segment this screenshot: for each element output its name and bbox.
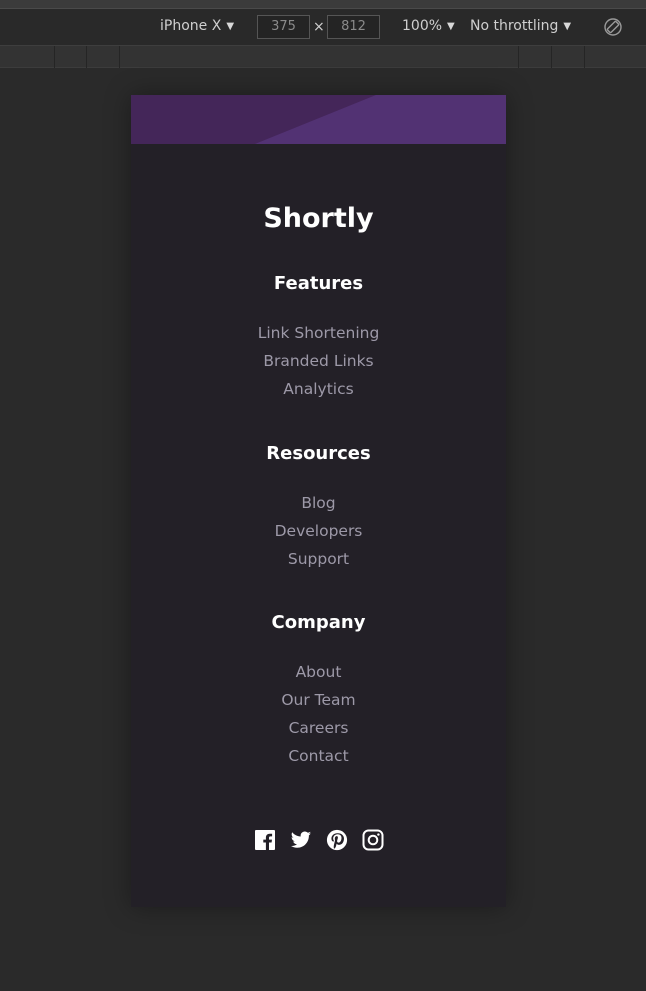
- ruler-tick: [518, 46, 519, 68]
- link-list: Blog Developers Support: [131, 489, 506, 573]
- dimension-separator: ×: [313, 19, 325, 35]
- ruler-tick: [119, 46, 120, 68]
- footer-link[interactable]: Developers: [131, 517, 506, 545]
- ruler-tick: [584, 46, 585, 68]
- footer-link[interactable]: Analytics: [131, 375, 506, 403]
- pinterest-icon[interactable]: [326, 829, 348, 851]
- footer-link[interactable]: Blog: [131, 489, 506, 517]
- section-title: Features: [273, 273, 364, 294]
- link-list: Link Shortening Branded Links Analytics: [131, 319, 506, 403]
- window-top-edge: [0, 0, 646, 9]
- rotate-icon[interactable]: [603, 17, 623, 37]
- section-title: Resources: [266, 443, 371, 464]
- device-toolbar: iPhone X ▼ 375 × 812 100% ▼ No throttlin…: [0, 9, 646, 46]
- zoom-select-label: 100%: [402, 18, 443, 34]
- ruler-tick: [54, 46, 55, 68]
- ruler-tick: [551, 46, 552, 68]
- social-links: [131, 829, 506, 851]
- footer-section-company: Company About Our Team Careers Contact: [131, 612, 506, 770]
- chevron-down-icon: ▼: [563, 20, 572, 32]
- width-input[interactable]: 375: [257, 15, 310, 39]
- link-list: About Our Team Careers Contact: [131, 658, 506, 770]
- chevron-down-icon: ▼: [447, 20, 455, 32]
- height-input[interactable]: 812: [327, 15, 380, 39]
- ruler-tick: [86, 46, 87, 68]
- footer-link[interactable]: Careers: [131, 714, 506, 742]
- instagram-icon[interactable]: [362, 829, 384, 851]
- footer-link[interactable]: Contact: [131, 742, 506, 770]
- section-title: Company: [271, 612, 366, 633]
- twitter-icon[interactable]: [290, 829, 312, 851]
- device-select[interactable]: iPhone X ▼: [160, 18, 234, 34]
- footer-section-features: Features Link Shortening Branded Links A…: [131, 273, 506, 403]
- footer-link[interactable]: Branded Links: [131, 347, 506, 375]
- zoom-select[interactable]: 100% ▼: [402, 18, 455, 34]
- footer-link[interactable]: Our Team: [131, 686, 506, 714]
- footer-link[interactable]: About: [131, 658, 506, 686]
- media-query-ruler[interactable]: [0, 46, 646, 68]
- chevron-down-icon: ▼: [226, 20, 235, 32]
- device-viewport: Shortly Features Link Shortening Branded…: [131, 95, 506, 907]
- throttling-select[interactable]: No throttling ▼: [470, 18, 571, 34]
- footer-section-resources: Resources Blog Developers Support: [131, 443, 506, 573]
- throttling-select-label: No throttling: [470, 18, 559, 34]
- footer-link[interactable]: Support: [131, 545, 506, 573]
- cta-banner-bottom: [131, 95, 506, 144]
- facebook-icon[interactable]: [254, 829, 276, 851]
- footer-logo[interactable]: Shortly: [131, 203, 506, 234]
- device-select-label: iPhone X: [160, 18, 222, 34]
- footer-link[interactable]: Link Shortening: [131, 319, 506, 347]
